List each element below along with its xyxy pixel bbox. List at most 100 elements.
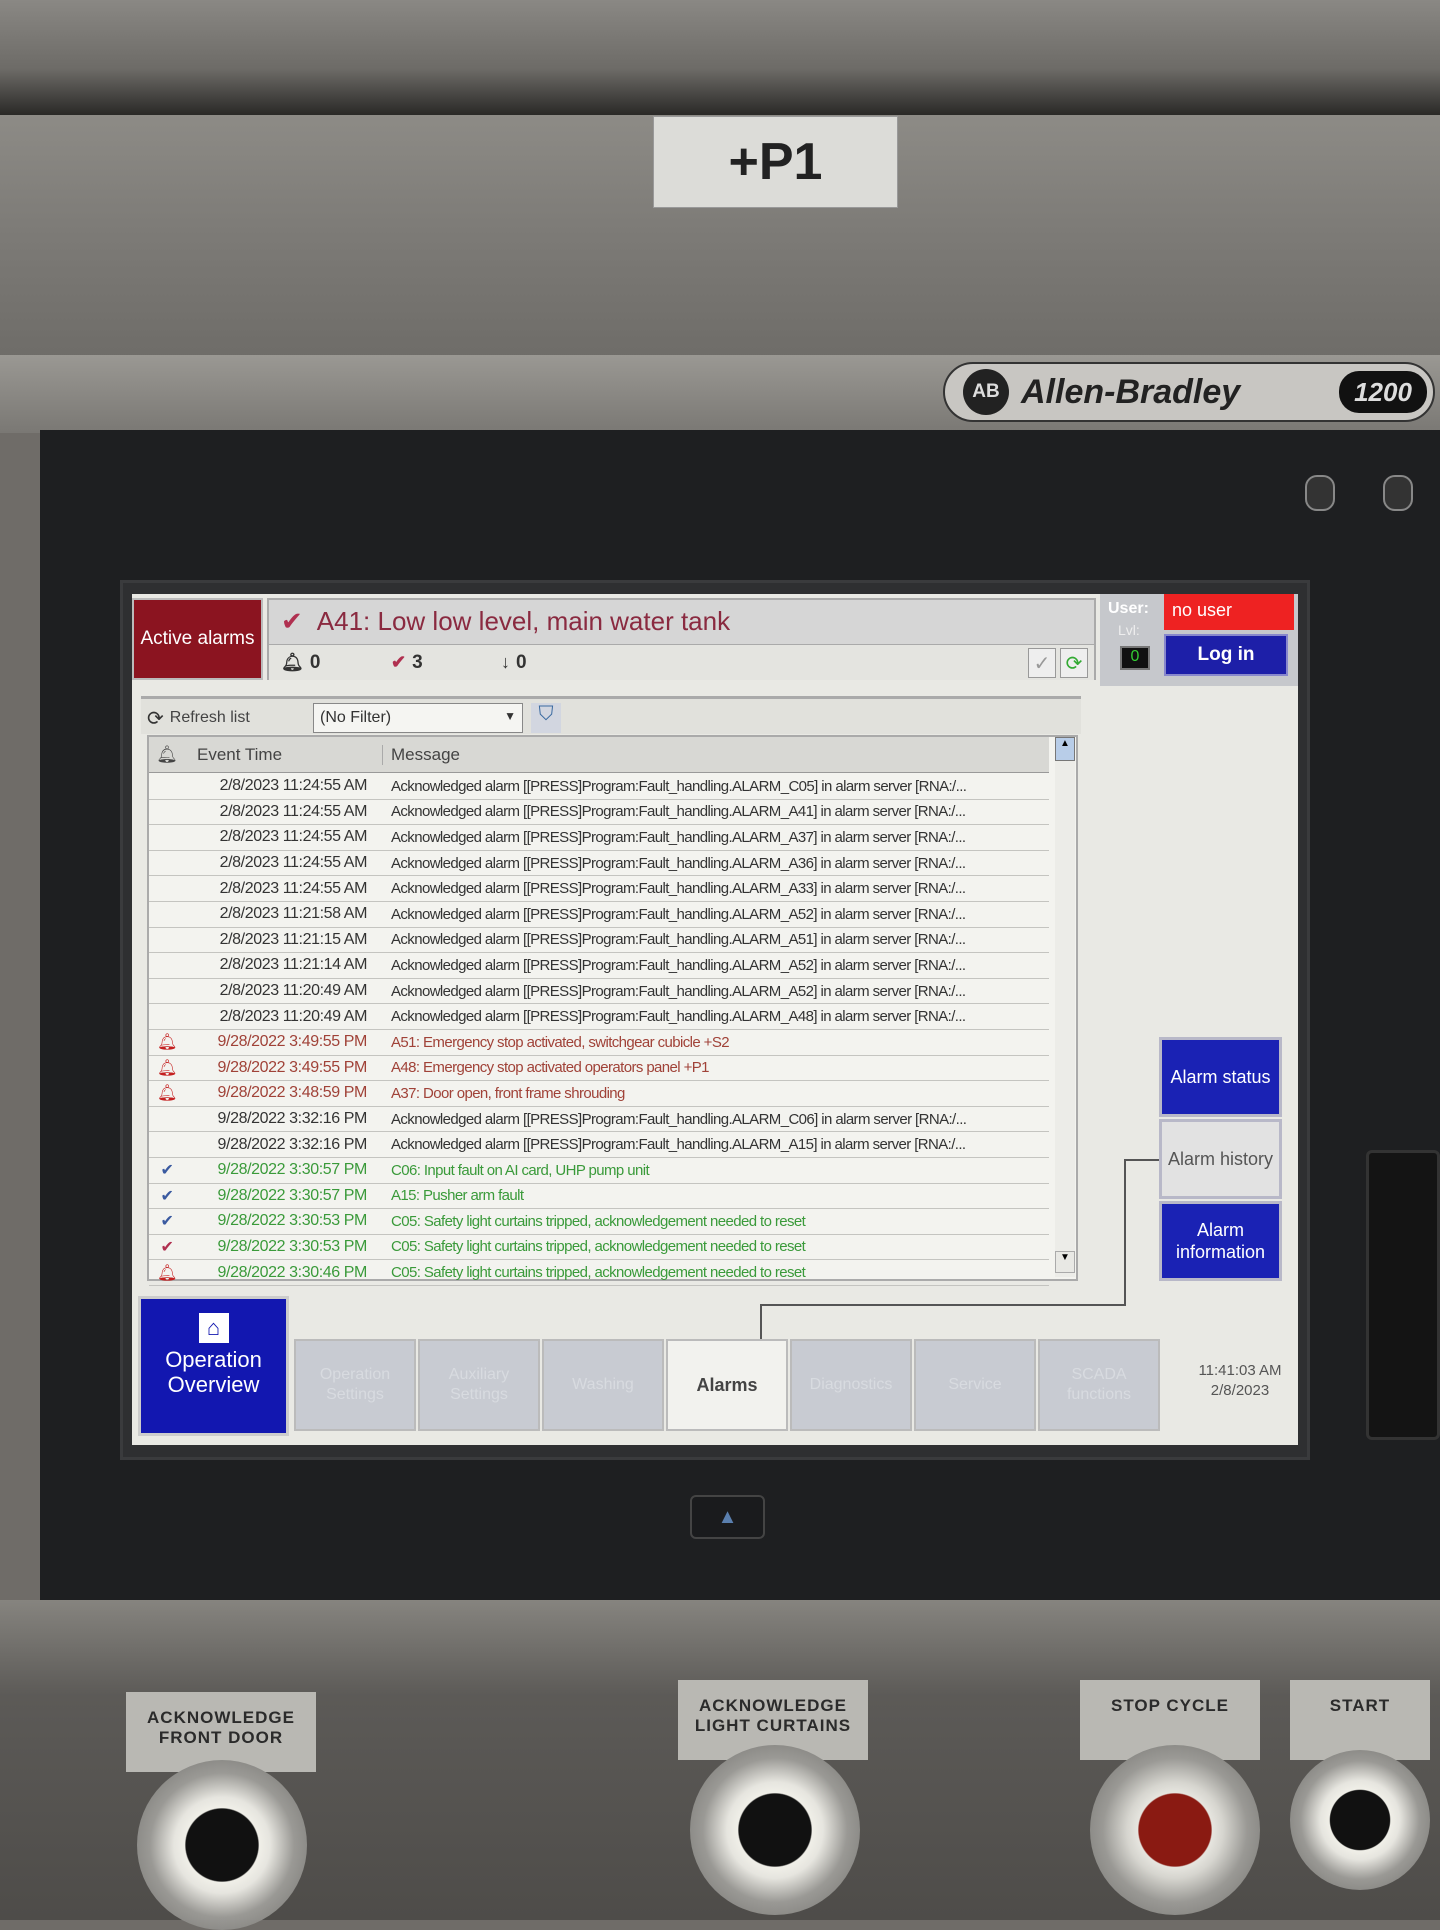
connector-line bbox=[1124, 1159, 1126, 1304]
tab-auxiliary-settings[interactable]: Auxiliary Settings bbox=[418, 1339, 540, 1431]
refresh-icon: ⟳ bbox=[147, 707, 164, 730]
brand-badge: AB Allen-Bradley 1200 bbox=[943, 362, 1435, 422]
normal-unacked-icon: ↓ bbox=[501, 652, 510, 672]
model-badge: 1200 bbox=[1339, 371, 1427, 413]
login-button[interactable]: Log in bbox=[1164, 634, 1288, 676]
event-time: 9/28/2022 3:30:53 PM bbox=[217, 1212, 368, 1230]
start-button[interactable] bbox=[1290, 1750, 1430, 1890]
table-row[interactable]: 2/8/2023 11:21:15 AM Acknowledged alarm [… bbox=[149, 928, 1049, 954]
alarm-banner[interactable]: ✔ A41: Low low level, main water tank 🔔︎ 0… bbox=[267, 598, 1096, 680]
clock-time: 11:41:03 AM bbox=[1198, 1362, 1282, 1379]
current-alarm: A41: Low low level, main water tank bbox=[316, 606, 731, 636]
acknowledge-light-curtains-button[interactable] bbox=[690, 1745, 860, 1915]
tab-diagnostics[interactable]: Diagnostics bbox=[790, 1339, 912, 1431]
card-slot bbox=[1366, 1150, 1440, 1440]
table-row[interactable]: 2/8/2023 11:24:55 AM Acknowledged alarm [… bbox=[149, 800, 1049, 826]
stop-cycle-button[interactable] bbox=[1090, 1745, 1260, 1915]
scroll-up-button[interactable]: ▲ bbox=[1055, 737, 1075, 761]
refresh-list-button[interactable]: ⟳ Refresh list bbox=[147, 702, 250, 734]
acknowledge-front-door-button[interactable] bbox=[137, 1760, 307, 1930]
table-row[interactable]: 2/8/2023 11:24:55 AM Acknowledged alarm [… bbox=[149, 851, 1049, 877]
alarm-history-button[interactable]: Alarm history bbox=[1159, 1119, 1282, 1199]
table-row[interactable]: 2/8/2023 11:20:49 AM Acknowledged alarm [… bbox=[149, 979, 1049, 1005]
bezel-nav-button[interactable]: ▲ bbox=[690, 1495, 765, 1539]
tab-operation-settings[interactable]: Operation Settings bbox=[294, 1339, 416, 1431]
table-row[interactable]: 2/8/2023 11:24:55 AM Acknowledged alarm [… bbox=[149, 774, 1049, 800]
usb-port-icon bbox=[1383, 475, 1413, 511]
event-time: 9/28/2022 3:30:57 PM bbox=[217, 1186, 368, 1204]
table-row[interactable]: 🔔︎ 9/28/2022 3:30:46 PM C05: Safety light … bbox=[149, 1260, 1049, 1286]
tab-washing[interactable]: Washing bbox=[542, 1339, 664, 1431]
hmi-screen: Active alarms ✔ A41: Low low level, main … bbox=[132, 594, 1298, 1445]
pushbutton-label: START bbox=[1290, 1680, 1430, 1760]
table-header: 🔔︎ Event Time Message bbox=[149, 737, 1049, 773]
current-user: no user bbox=[1164, 594, 1294, 630]
table-row[interactable]: ✔ 9/28/2022 3:30:57 PM A15: Pusher arm fau… bbox=[149, 1184, 1049, 1210]
acknowledge-icon[interactable]: ✓ bbox=[1028, 648, 1056, 678]
message: Acknowledged alarm [[PRESS]Program:Fault… bbox=[391, 956, 966, 974]
table-row[interactable]: 🔔︎ 9/28/2022 3:49:55 PM A48: Emergency sto… bbox=[149, 1056, 1049, 1082]
table-row[interactable]: 🔔︎ 9/28/2022 3:48:59 PM A37: Door open, fr… bbox=[149, 1081, 1049, 1107]
event-time: 9/28/2022 3:30:53 PM bbox=[217, 1237, 368, 1255]
message: Acknowledged alarm [[PRESS]Program:Fault… bbox=[391, 854, 966, 872]
event-time: 2/8/2023 11:20:49 AM bbox=[219, 982, 368, 1000]
unacked-icon: ✔ bbox=[391, 652, 407, 672]
message: Acknowledged alarm [[PRESS]Program:Fault… bbox=[391, 880, 966, 898]
message: Acknowledged alarm [[PRESS]Program:Fault… bbox=[391, 1136, 966, 1154]
event-time: 2/8/2023 11:24:55 AM bbox=[219, 777, 368, 795]
table-row[interactable]: 2/8/2023 11:21:14 AM Acknowledged alarm [… bbox=[149, 953, 1049, 979]
operation-overview-button[interactable]: ⌂ Operation Overview bbox=[138, 1296, 289, 1436]
table-row[interactable]: 2/8/2023 11:24:55 AM Acknowledged alarm [… bbox=[149, 876, 1049, 902]
message: Acknowledged alarm [[PRESS]Program:Fault… bbox=[391, 828, 966, 846]
alarm-status-button[interactable]: Alarm status bbox=[1159, 1037, 1282, 1117]
message: A51: Emergency stop activated, switchgea… bbox=[391, 1033, 730, 1051]
tab-scada-functions[interactable]: SCADA functions bbox=[1038, 1339, 1160, 1431]
panel-label: +P1 bbox=[653, 116, 898, 208]
active-alarms-button[interactable]: Active alarms bbox=[132, 598, 263, 680]
table-row[interactable]: 9/28/2022 3:32:16 PM Acknowledged alarm [… bbox=[149, 1107, 1049, 1133]
acknowledged-icon: ✔ bbox=[160, 1213, 174, 1231]
event-time: 9/28/2022 3:30:57 PM bbox=[217, 1161, 368, 1179]
user-label: User: bbox=[1108, 600, 1149, 617]
message: C05: Safety light curtains tripped, ackn… bbox=[391, 1264, 806, 1282]
column-message[interactable]: Message bbox=[383, 745, 460, 765]
bell-icon: 🔔︎ bbox=[157, 1034, 177, 1052]
event-time: 2/8/2023 11:21:15 AM bbox=[219, 930, 368, 948]
alarm-log-table: 🔔︎ Event Time Message 2/8/2023 11:24:55 … bbox=[147, 735, 1078, 1286]
reset-icon[interactable]: ⟳ bbox=[1060, 648, 1088, 678]
event-time: 9/28/2022 3:49:55 PM bbox=[217, 1058, 368, 1076]
scroll-down-button[interactable]: ▼ bbox=[1055, 1251, 1075, 1273]
bell-icon: 🔔︎ bbox=[157, 1085, 177, 1103]
tab-alarms[interactable]: Alarms bbox=[666, 1339, 788, 1431]
column-event-time[interactable]: Event Time bbox=[185, 744, 383, 765]
table-row[interactable]: 9/28/2022 3:32:16 PM Acknowledged alarm [… bbox=[149, 1132, 1049, 1158]
nav-tabs: Operation Settings Auxiliary Settings Wash… bbox=[294, 1339, 1160, 1431]
table-row[interactable]: ✔ 9/28/2022 3:30:53 PM C05: Safety light c… bbox=[149, 1235, 1049, 1261]
level-label: Lvl: bbox=[1118, 622, 1140, 638]
table-row[interactable]: 2/8/2023 11:24:55 AM Acknowledged alarm [… bbox=[149, 825, 1049, 851]
alarm-counters: 🔔︎ 0 ✔ 3 ↓ 0 bbox=[269, 644, 1094, 680]
operation-overview-label: Operation Overview bbox=[165, 1347, 262, 1397]
message: A48: Emergency stop activated operators … bbox=[391, 1059, 710, 1077]
table-row[interactable]: 2/8/2023 11:20:49 AM Acknowledged alarm [… bbox=[149, 1004, 1049, 1030]
alarm-information-button[interactable]: Alarm information bbox=[1159, 1201, 1282, 1281]
user-panel: User: Lvl: 0 no user Log in bbox=[1100, 594, 1298, 686]
message: Acknowledged alarm [[PRESS]Program:Fault… bbox=[391, 931, 966, 949]
table-row[interactable]: 🔔︎ 9/28/2022 3:49:55 PM A51: Emergency sto… bbox=[149, 1030, 1049, 1056]
filter-icon[interactable]: ⛉ bbox=[531, 703, 561, 733]
table-row[interactable]: 2/8/2023 11:21:58 AM Acknowledged alarm [… bbox=[149, 902, 1049, 928]
message: Acknowledged alarm [[PRESS]Program:Fault… bbox=[391, 777, 967, 795]
connector-line bbox=[760, 1304, 762, 1344]
scrollbar[interactable]: ▲ ▼ bbox=[1055, 737, 1075, 1277]
refresh-label: Refresh list bbox=[169, 709, 250, 726]
event-time: 2/8/2023 11:24:55 AM bbox=[219, 828, 368, 846]
event-time: 2/8/2023 11:24:55 AM bbox=[219, 802, 368, 820]
unacknowledged-icon: ✔ bbox=[160, 1238, 174, 1256]
filter-select[interactable]: (No Filter) ▼ bbox=[313, 703, 523, 733]
tab-service[interactable]: Service bbox=[914, 1339, 1036, 1431]
bell-icon: 🔔︎ bbox=[157, 1059, 177, 1077]
message: C05: Safety light curtains tripped, ackn… bbox=[391, 1238, 806, 1256]
message: Acknowledged alarm [[PRESS]Program:Fault… bbox=[391, 1008, 966, 1026]
table-row[interactable]: ✔ 9/28/2022 3:30:53 PM C05: Safety light c… bbox=[149, 1209, 1049, 1235]
table-row[interactable]: ✔ 9/28/2022 3:30:57 PM C06: Input fault on… bbox=[149, 1158, 1049, 1184]
